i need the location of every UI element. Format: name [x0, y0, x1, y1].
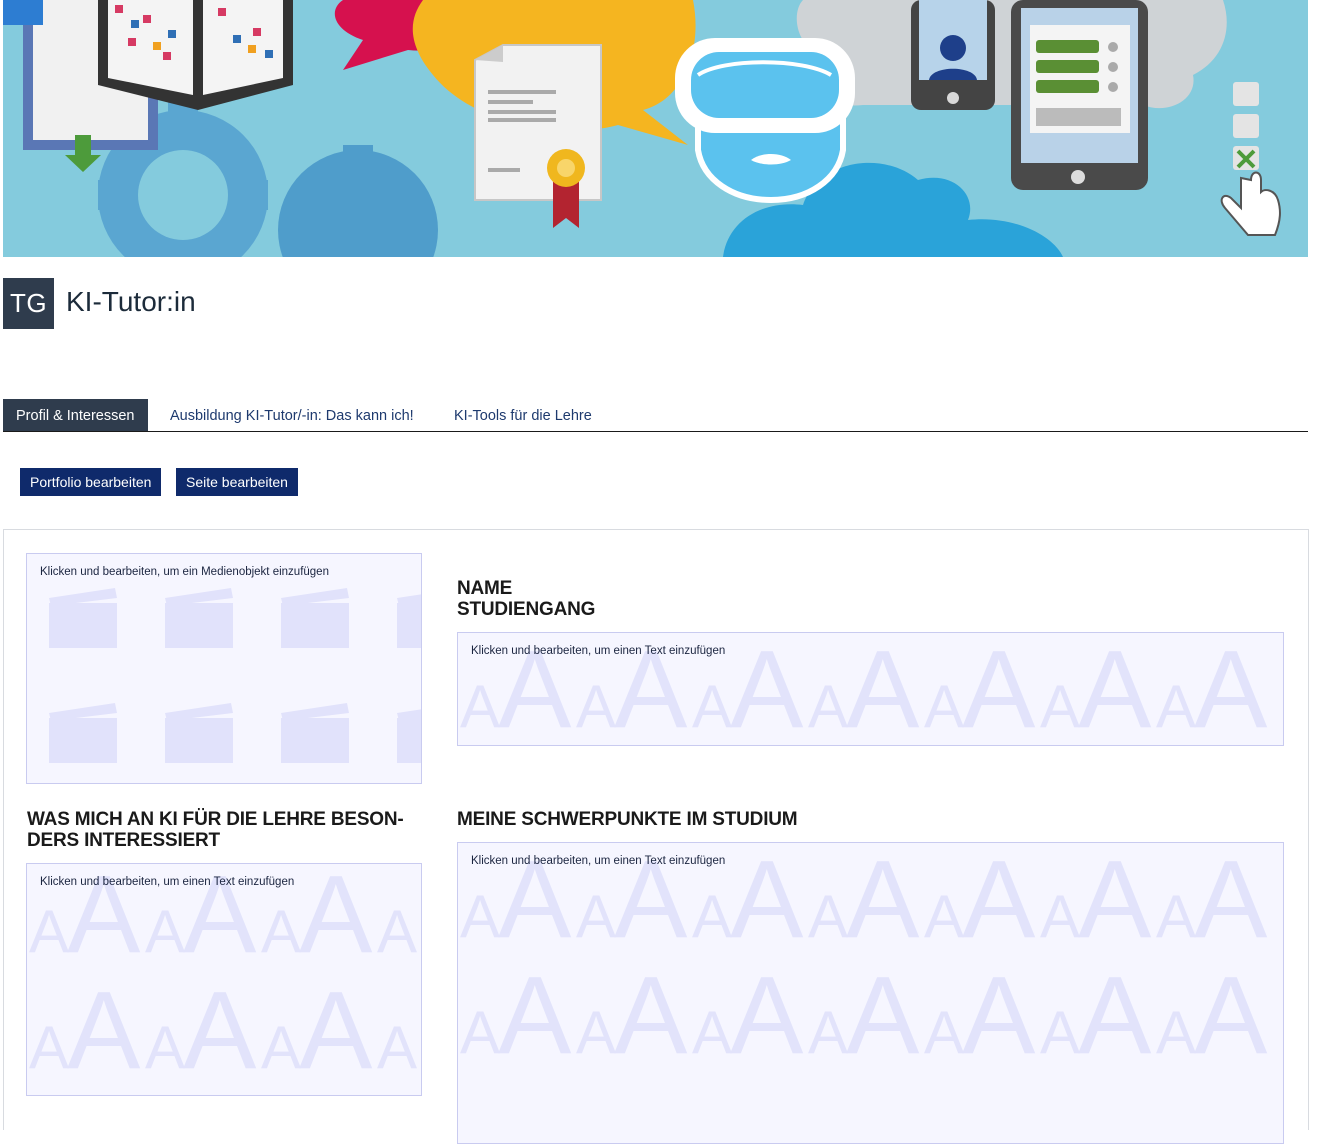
- tablet-icon: [1011, 0, 1148, 190]
- portfolio-avatar: TG: [3, 278, 54, 329]
- svg-text:A: A: [1040, 673, 1080, 740]
- edit-page-button[interactable]: Seite bearbeiten: [176, 468, 298, 496]
- svg-text:A: A: [29, 898, 69, 965]
- svg-text:A: A: [808, 673, 848, 740]
- svg-text:A: A: [730, 954, 804, 1077]
- checklist-pointer-icon: [1220, 82, 1281, 236]
- svg-text:A: A: [261, 898, 301, 965]
- page-title: KI-Tutor:in: [66, 286, 196, 317]
- svg-text:A: A: [962, 954, 1036, 1077]
- svg-text:A: A: [924, 999, 964, 1066]
- interests-heading: WAS MICH AN KI FÜR DIE LEHRE BESON- DERS…: [27, 809, 404, 851]
- svg-text:A: A: [145, 1014, 185, 1081]
- svg-text:A: A: [692, 883, 732, 950]
- name-text-hint: Klicken und bearbeiten, um einen Text ei…: [471, 645, 726, 657]
- svg-text:A: A: [1156, 883, 1196, 950]
- vr-headset-icon: [675, 38, 855, 204]
- focus-text-placeholder[interactable]: AA AA AA AA AA AA AA AA AA AA AA AA AA A…: [457, 842, 1284, 1144]
- svg-text:A: A: [846, 633, 920, 745]
- name-heading-line: NAME: [457, 578, 513, 599]
- svg-text:A: A: [614, 954, 688, 1077]
- name-text-placeholder[interactable]: AA AA AA AA AA AA AA Klicken und bearbei…: [457, 632, 1284, 746]
- svg-text:A: A: [460, 883, 500, 950]
- svg-text:A: A: [924, 673, 964, 740]
- smartphone-icon: [911, 0, 995, 110]
- svg-text:A: A: [1078, 954, 1152, 1077]
- svg-text:A: A: [962, 633, 1036, 745]
- studiengang-heading-line: STUDIENGANG: [457, 599, 596, 620]
- svg-text:A: A: [730, 633, 804, 745]
- interests-text-placeholder[interactable]: AA AA AA A AA AA AA A Klicken und bearbe…: [26, 863, 422, 1096]
- tab-ausbildung-ki-tutor[interactable]: Ausbildung KI-Tutor/-in: Das kann ich!: [170, 399, 414, 431]
- gear-icon: [278, 145, 438, 257]
- interests-text-hint: Klicken und bearbeiten, um einen Text ei…: [40, 876, 295, 888]
- svg-text:A: A: [692, 673, 732, 740]
- svg-text:A: A: [299, 969, 373, 1092]
- interests-heading-line-1: WAS MICH AN KI FÜR DIE LEHRE BESON-: [27, 809, 404, 830]
- svg-text:A: A: [576, 883, 616, 950]
- focus-heading: MEINE SCHWERPUNKTE IM STUDIUM: [457, 809, 798, 830]
- svg-text:A: A: [183, 969, 257, 1092]
- edit-portfolio-button[interactable]: Portfolio bearbeiten: [20, 468, 162, 496]
- page-tabs: Profil & Interessen Ausbildung KI-Tutor/…: [3, 399, 1308, 432]
- svg-text:A: A: [846, 843, 920, 961]
- svg-text:A: A: [962, 843, 1036, 961]
- svg-text:A: A: [460, 999, 500, 1066]
- svg-text:A: A: [261, 1014, 301, 1081]
- svg-text:A: A: [808, 883, 848, 950]
- svg-text:A: A: [1040, 999, 1080, 1066]
- clapperboard-pattern-icon: [49, 588, 421, 763]
- svg-text:A: A: [1078, 843, 1152, 961]
- svg-text:A: A: [1156, 673, 1196, 740]
- svg-text:A: A: [29, 1014, 69, 1081]
- svg-text:A: A: [730, 843, 804, 961]
- svg-text:A: A: [377, 898, 417, 965]
- svg-text:A: A: [576, 673, 616, 740]
- svg-text:A: A: [1194, 633, 1268, 745]
- svg-text:A: A: [1078, 633, 1152, 745]
- header-banner-image: [3, 0, 1308, 257]
- svg-text:A: A: [460, 673, 500, 740]
- name-studiengang-heading: NAME STUDIENGANG: [457, 578, 595, 620]
- focus-text-hint: Klicken und bearbeiten, um einen Text ei…: [471, 855, 726, 867]
- tab-ki-tools-lehre[interactable]: KI-Tools für die Lehre: [454, 399, 592, 431]
- svg-text:A: A: [692, 999, 732, 1066]
- media-placeholder-block[interactable]: Klicken und bearbeiten, um ein Medienobj…: [26, 553, 422, 784]
- svg-text:A: A: [846, 954, 920, 1077]
- svg-text:A: A: [1194, 843, 1268, 961]
- svg-text:A: A: [924, 883, 964, 950]
- svg-text:A: A: [808, 999, 848, 1066]
- svg-text:A: A: [145, 898, 185, 965]
- media-placeholder-hint: Klicken und bearbeiten, um ein Medienobj…: [40, 566, 329, 578]
- text-pattern-icon: AA AA AA A AA AA AA A: [29, 864, 417, 1092]
- svg-text:A: A: [67, 969, 141, 1092]
- tab-profil-interessen[interactable]: Profil & Interessen: [3, 399, 149, 431]
- svg-text:A: A: [299, 864, 373, 976]
- svg-text:A: A: [1040, 883, 1080, 950]
- page-content-frame: Klicken und bearbeiten, um ein Medienobj…: [3, 529, 1309, 1144]
- text-pattern-icon: AA AA AA AA AA AA AA AA AA AA AA AA AA A…: [460, 843, 1268, 1077]
- svg-text:A: A: [498, 954, 572, 1077]
- svg-text:A: A: [1156, 999, 1196, 1066]
- svg-text:A: A: [377, 1014, 417, 1081]
- svg-text:A: A: [1194, 954, 1268, 1077]
- interests-heading-line-2: DERS INTERESSIERT: [27, 830, 220, 851]
- svg-text:A: A: [576, 999, 616, 1066]
- certificate-icon: [474, 44, 602, 228]
